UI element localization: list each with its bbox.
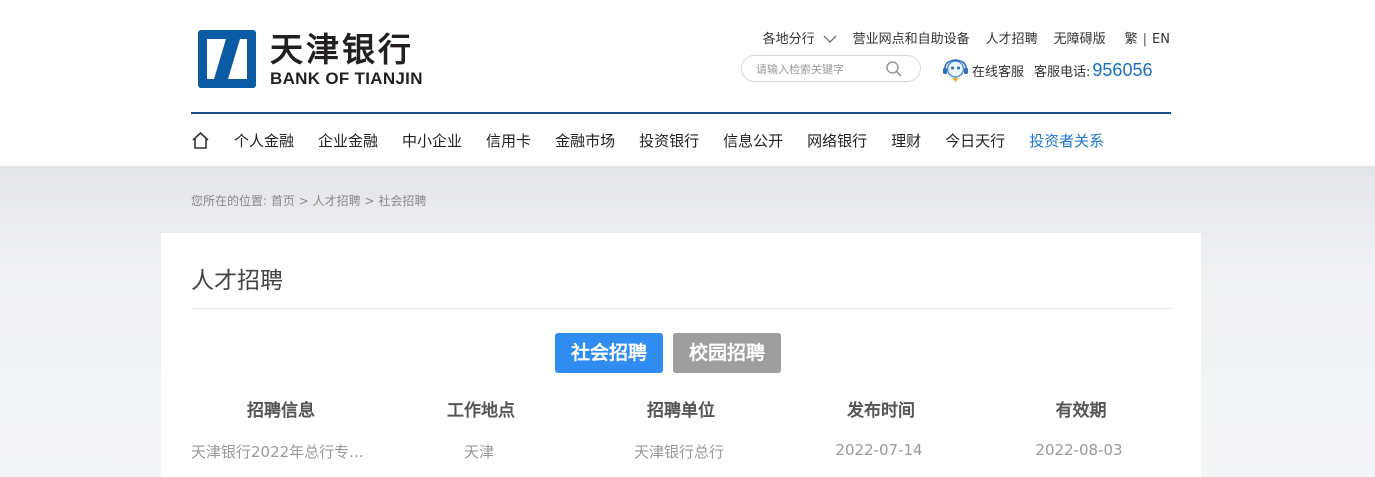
- recruit-tabs: 社会招聘 校园招聘: [555, 333, 791, 373]
- top-links: 各地分行 营业网点和自助设备 人才招聘 无障碍版 繁 | EN: [763, 28, 1170, 47]
- breadcrumb-separator: >: [298, 194, 309, 208]
- nav-item-investor-relations[interactable]: 投资者关系: [1029, 130, 1104, 151]
- nav-item-investment-banking[interactable]: 投资银行: [639, 130, 699, 151]
- lang-traditional-link[interactable]: 繁: [1125, 32, 1138, 47]
- lang-english-link[interactable]: EN: [1152, 32, 1170, 47]
- tab-campus-recruitment[interactable]: 校园招聘: [673, 333, 782, 373]
- column-header-info: 招聘信息: [247, 401, 315, 421]
- search-input[interactable]: [756, 60, 886, 78]
- job-publish-date: 2022-07-14: [835, 441, 923, 459]
- column-header-location: 工作地点: [447, 401, 515, 421]
- hotline-label: 客服电话:: [1034, 64, 1091, 80]
- breadcrumb-prefix: 您所在的位置:: [191, 194, 268, 208]
- column-header-unit: 招聘单位: [647, 401, 715, 421]
- logo-mark-icon: [198, 30, 256, 88]
- breadcrumb-careers[interactable]: 人才招聘: [313, 194, 361, 208]
- nav-item-today[interactable]: 今日天行: [945, 130, 1005, 151]
- breadcrumb-home[interactable]: 首页: [271, 194, 295, 208]
- nav-item-disclosure[interactable]: 信息公开: [723, 130, 783, 151]
- header-divider: [191, 112, 1171, 114]
- bank-name-en: BANK OF TIANJIN: [270, 69, 423, 88]
- main-nav: 个人金融 企业金融 中小企业 信用卡 金融市场 投资银行 信息公开 网络银行 理…: [191, 126, 1128, 154]
- tab-social-recruitment[interactable]: 社会招聘: [555, 333, 664, 373]
- online-service-link[interactable]: 在线客服: [972, 61, 1024, 80]
- branches-dropdown[interactable]: 各地分行: [763, 28, 837, 47]
- breadcrumb-current: 社会招聘: [378, 194, 427, 208]
- nav-item-corporate[interactable]: 企业金融: [318, 130, 378, 151]
- nav-item-online-banking[interactable]: 网络银行: [807, 130, 867, 151]
- bank-name-cn: 天津银行: [270, 30, 414, 69]
- nav-item-wealth[interactable]: 理财: [891, 130, 921, 151]
- job-unit: 天津银行总行: [633, 443, 724, 461]
- language-switch: 繁 | EN: [1125, 28, 1170, 47]
- customer-service-avatar-icon[interactable]: [942, 57, 969, 83]
- job-title-link[interactable]: 天津银行2022年总行专...: [191, 441, 391, 462]
- breadcrumb-separator: >: [364, 194, 375, 208]
- accessible-link[interactable]: 无障碍版: [1054, 28, 1106, 47]
- nav-item-credit-card[interactable]: 信用卡: [486, 130, 531, 151]
- job-valid-until: 2022-08-03: [1035, 441, 1123, 459]
- careers-link[interactable]: 人才招聘: [986, 28, 1038, 47]
- nav-item-personal[interactable]: 个人金融: [234, 130, 294, 151]
- nav-item-financial-markets[interactable]: 金融市场: [555, 130, 615, 151]
- chevron-down-icon: [823, 35, 837, 43]
- branches-label: 各地分行: [762, 31, 815, 47]
- nav-item-sme[interactable]: 中小企业: [402, 130, 462, 151]
- breadcrumb: 您所在的位置: 首页 > 人才招聘 > 社会招聘: [191, 192, 426, 209]
- search-icon[interactable]: [885, 60, 903, 78]
- bank-logo[interactable]: 天津银行 BANK OF TIANJIN: [198, 30, 458, 90]
- page-title: 人才招聘: [191, 268, 283, 294]
- column-header-valid-until: 有效期: [1055, 401, 1107, 421]
- column-header-publish-date: 发布时间: [847, 401, 915, 421]
- customer-service: 在线客服 客服电话: 956056: [942, 57, 1152, 83]
- job-location: 天津: [463, 443, 494, 461]
- home-icon[interactable]: [191, 131, 210, 150]
- careers-panel: 人才招聘 社会招聘 校园招聘 招聘信息 工作地点 招聘单位 发布时间 有效期 天…: [161, 233, 1201, 477]
- title-divider: [191, 308, 1171, 309]
- search-box: [741, 55, 921, 82]
- outlets-link[interactable]: 营业网点和自助设备: [853, 28, 970, 47]
- hotline-number: 956056: [1092, 59, 1153, 80]
- site-header: 天津银行 BANK OF TIANJIN 各地分行 营业网点和自助设备 人才招聘…: [0, 0, 1375, 166]
- lang-separator: |: [1142, 31, 1148, 47]
